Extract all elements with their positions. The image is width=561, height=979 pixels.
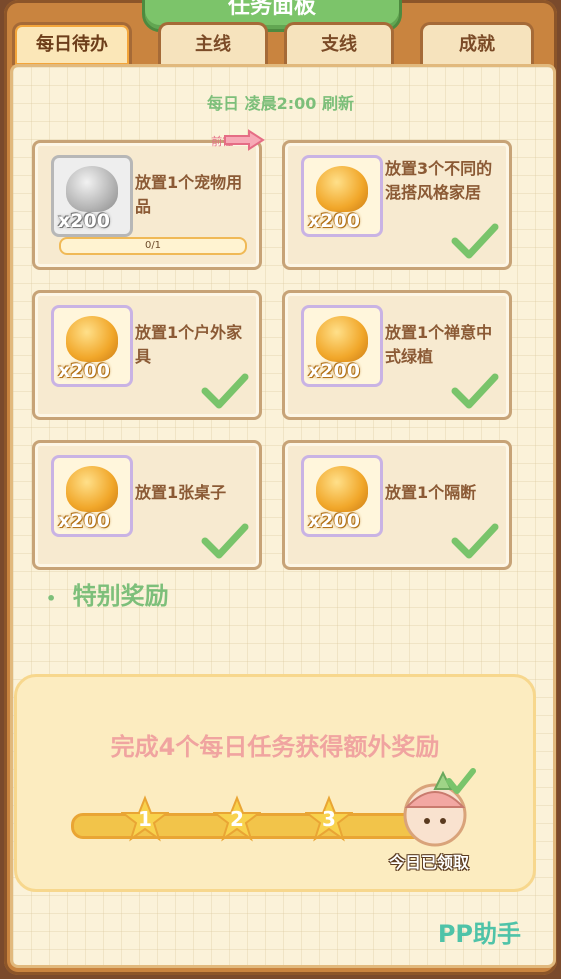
task-text: 放置1个宠物用品 (135, 173, 243, 216)
coin-pile-icon (316, 316, 368, 362)
check-icon (451, 373, 499, 409)
reward-amount: x200 (308, 360, 360, 382)
milestone-label: 1 (138, 807, 152, 831)
tab-bar: 每日待办 主线 支线 成就 (12, 22, 534, 68)
coin-pile-icon (316, 466, 368, 512)
tab-main[interactable]: 主线 (158, 22, 268, 65)
coin-pile-icon (316, 166, 368, 212)
task-card: x200 放置3个不同的混搭风格家居 (282, 140, 512, 270)
reward-gold-coin: x200 (301, 155, 383, 237)
coin-pile-icon (66, 466, 118, 512)
reward-amount: x200 (58, 510, 110, 532)
refresh-text: 每日 凌晨2:00 刷新 (207, 94, 354, 113)
tab-side[interactable]: 支线 (284, 22, 394, 65)
reward-amount: x200 (308, 510, 360, 532)
goto-arrow-icon[interactable] (223, 129, 265, 151)
task-text: 放置1个户外家具 (135, 323, 243, 366)
tab-daily[interactable]: 每日待办 (12, 22, 132, 65)
task-text: 放置3个不同的混搭风格家居 (385, 159, 493, 202)
task-text: 放置1个隔断 (385, 483, 477, 502)
check-icon (201, 523, 249, 559)
bonus-description: 完成4个每日任务获得额外奖励 (110, 733, 440, 761)
reward-amount: x200 (58, 210, 110, 232)
brand-watermark: PP助手 (437, 920, 521, 948)
bonus-box: 完成4个每日任务获得额外奖励 1 2 3 今日已领取 (14, 674, 536, 892)
reward-amount: x200 (308, 210, 360, 232)
coin-pile-icon (66, 166, 118, 212)
claimed-status: 今日已领取 (389, 853, 470, 872)
check-icon (201, 373, 249, 409)
task-card: x200 放置1个隔断 (282, 440, 512, 570)
special-reward-title: • 特别奖励 (46, 576, 169, 611)
milestone-label: 2 (230, 807, 244, 831)
bullet-icon: • (46, 589, 57, 608)
coin-pile-icon (66, 316, 118, 362)
reward-gold-coin: x200 (51, 455, 133, 537)
task-text: 放置1张桌子 (135, 483, 227, 502)
task-card: x200 放置1张桌子 (32, 440, 262, 570)
reward-amount: x200 (58, 360, 110, 382)
reward-gold-coin: x200 (301, 455, 383, 537)
check-icon (451, 523, 499, 559)
milestone-label: 3 (322, 807, 336, 831)
reward-gold-coin: x200 (51, 305, 133, 387)
special-title-text: 特别奖励 (72, 582, 169, 610)
reward-chest-icon (403, 768, 476, 847)
check-icon (451, 223, 499, 259)
task-card: x200 放置1个禅意中式绿植 (282, 290, 512, 420)
reward-gold-coin: x200 (301, 305, 383, 387)
task-progress: 0/1 (59, 237, 247, 255)
reward-silver-coin: x200 (51, 155, 133, 237)
task-card: x200 放置1个户外家具 (32, 290, 262, 420)
task-text: 放置1个禅意中式绿植 (385, 323, 493, 366)
tab-achievements[interactable]: 成就 (420, 22, 534, 65)
task-card: x200 放置1个宠物用品 0/1 前往: (32, 129, 265, 270)
